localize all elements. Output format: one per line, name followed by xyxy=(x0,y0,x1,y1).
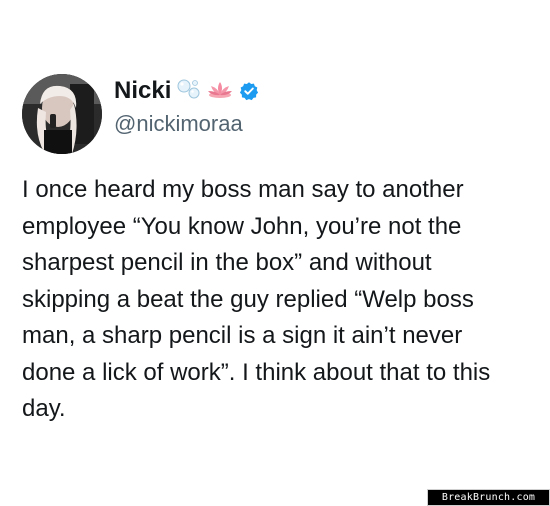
tweet-text-line: man, a sharp pencil is a sign it ain’t n… xyxy=(22,322,463,349)
avatar[interactable] xyxy=(22,74,102,154)
verified-badge-icon xyxy=(240,82,259,101)
tweet-text-line: done a lick of work”. I think about that… xyxy=(22,358,491,386)
name-row: Nicki xyxy=(114,76,259,106)
tweet-card: Nicki @nickimoraa I once heard my boss m… xyxy=(0,0,550,506)
tweet-text: I once heard my boss man say to another … xyxy=(22,172,547,428)
tweet-text-line: day. xyxy=(22,395,66,422)
tweet-text-line: I once heard my boss man say to another xyxy=(22,176,464,203)
user-handle[interactable]: @nickimoraa xyxy=(114,110,243,138)
tweet-text-line: sharpest pencil in the box” and without xyxy=(22,249,432,276)
watermark-text: BreakBrunch.com xyxy=(441,492,536,503)
lotus-emoji-icon xyxy=(207,79,233,104)
tweet-text-line: skipping a beat the guy replied “Welp bo… xyxy=(22,285,474,313)
bubbles-emoji-icon xyxy=(177,78,201,105)
avatar-image xyxy=(22,74,102,154)
tweet-text-line: employee “You know John, you’re not the xyxy=(22,212,462,240)
display-name[interactable]: Nicki xyxy=(114,76,171,106)
site-watermark: BreakBrunch.com xyxy=(427,489,550,506)
